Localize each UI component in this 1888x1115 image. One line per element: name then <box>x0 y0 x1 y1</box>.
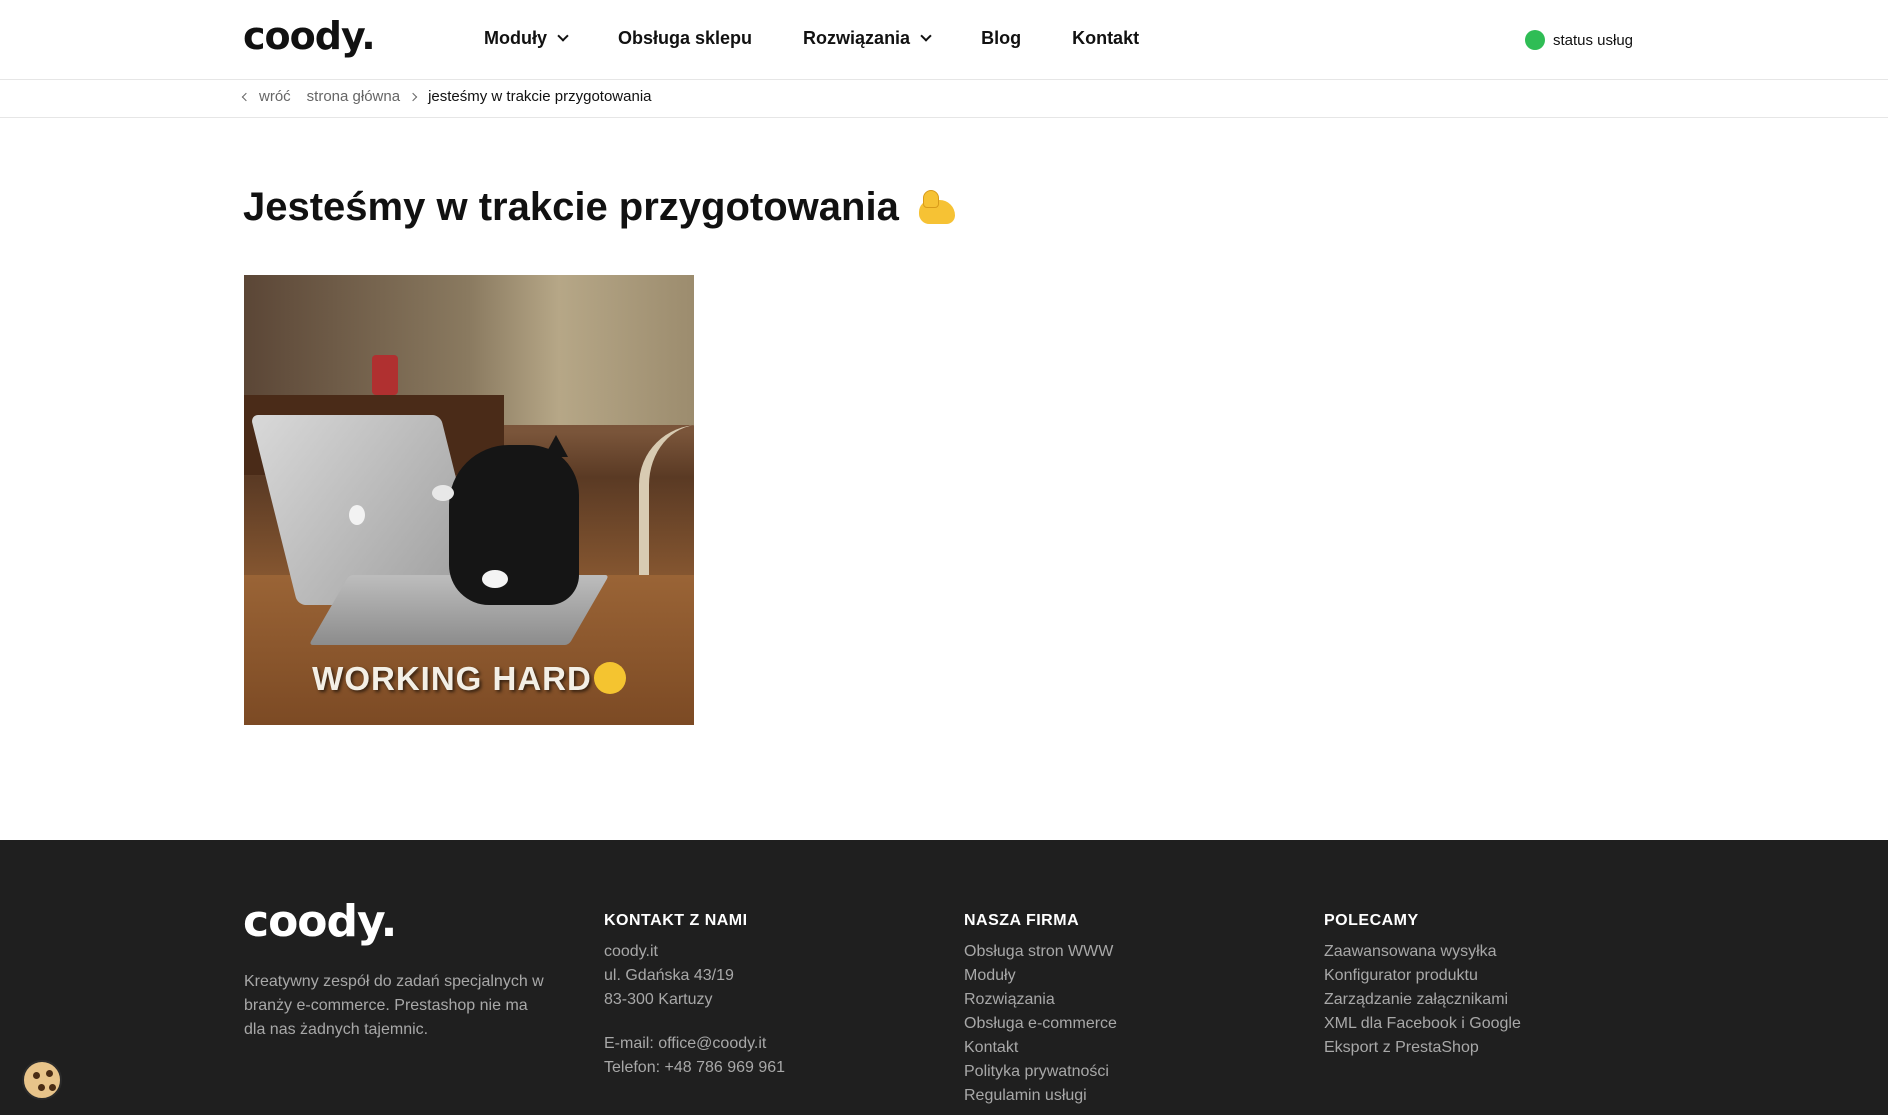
nav-label: Blog <box>981 28 1022 48</box>
footer-link[interactable]: Rozwiązania <box>964 988 1117 1012</box>
footer-heading: NASZA FIRMA <box>964 912 1080 929</box>
breadcrumb: wróć strona główna jesteśmy w trakcie pr… <box>0 80 1888 118</box>
chevron-down-icon <box>920 30 932 42</box>
footer-link[interactable]: Regulamin usługi <box>964 1084 1117 1108</box>
page-title: Jesteśmy w trakcie przygotowania <box>243 185 957 230</box>
footer-link[interactable]: Zaawansowana wysyłka <box>1324 940 1521 964</box>
back-label: wróć <box>259 88 291 105</box>
site-footer: coody. Kreatywny zespół do zadań specjal… <box>0 840 1888 1115</box>
back-link[interactable]: wróć <box>241 88 291 105</box>
footer-link[interactable]: Konfigurator produktu <box>1324 964 1521 988</box>
service-status-link[interactable]: status usług <box>1524 30 1633 50</box>
footer-link[interactable]: XML dla Facebook i Google <box>1324 1012 1521 1036</box>
chevron-down-icon <box>557 30 569 42</box>
chevron-left-icon <box>241 92 251 101</box>
footer-link[interactable]: Obsługa e-commerce <box>964 1012 1117 1036</box>
footer-logo[interactable]: coody. <box>243 896 397 947</box>
nav-label: Obsługa sklepu <box>618 28 753 48</box>
site-header: coody. Moduły Obsługa sklepu Rozwiązania… <box>0 0 1888 80</box>
page-title-text: Jesteśmy w trakcie przygotowania <box>243 185 899 229</box>
main-nav: Moduły Obsługa sklepu Rozwiązania Blog K… <box>484 28 1190 49</box>
nav-item-moduly[interactable]: Moduły <box>484 28 569 49</box>
nerd-face-icon <box>593 662 626 694</box>
footer-recommend: POLECAMY Zaawansowana wysyłka Konfigurat… <box>1324 912 1521 1060</box>
nav-label: Moduły <box>484 28 547 48</box>
gif-caption-text: WORKING HARD <box>312 660 592 697</box>
breadcrumb-home-link[interactable]: strona główna <box>307 88 400 105</box>
footer-link[interactable]: Kontakt <box>964 1036 1117 1060</box>
footer-contact: KONTAKT Z NAMI coody.it ul. Gdańska 43/1… <box>604 912 785 1080</box>
contact-site[interactable]: coody.it <box>604 940 785 964</box>
contact-phone[interactable]: Telefon: +48 786 969 961 <box>604 1056 785 1080</box>
footer-about: Kreatywny zespół do zadań specjalnych w … <box>244 973 544 1038</box>
nav-item-rozwiazania[interactable]: Rozwiązania <box>803 28 932 49</box>
contact-email[interactable]: E-mail: office@coody.it <box>604 1032 785 1056</box>
footer-company: NASZA FIRMA Obsługa stron WWW Moduły Roz… <box>964 912 1117 1108</box>
breadcrumb-current: jesteśmy w trakcie przygotowania <box>428 88 652 105</box>
cookie-icon[interactable] <box>22 1060 62 1100</box>
footer-link[interactable]: Moduły <box>964 964 1117 988</box>
footer-link[interactable]: Obsługa stron WWW <box>964 940 1117 964</box>
status-label: status usług <box>1552 31 1633 49</box>
nav-label: Rozwiązania <box>803 28 911 48</box>
working-hard-cat-gif: WORKING HARD <box>244 275 694 725</box>
flexed-biceps-icon <box>917 188 957 228</box>
footer-link[interactable]: Polityka prywatności <box>964 1060 1117 1084</box>
footer-heading: POLECAMY <box>1324 912 1419 929</box>
logo[interactable]: coody. <box>243 14 376 58</box>
footer-link[interactable]: Eksport z PrestaShop <box>1324 1036 1521 1060</box>
gif-caption: WORKING HARD <box>244 660 694 698</box>
chevron-right-icon <box>408 92 418 101</box>
contact-street: ul. Gdańska 43/19 <box>604 967 734 984</box>
status-dot-icon <box>1524 30 1545 50</box>
nav-item-blog[interactable]: Blog <box>981 28 1021 49</box>
footer-heading: KONTAKT Z NAMI <box>604 912 748 929</box>
nav-item-kontakt[interactable]: Kontakt <box>1072 28 1139 49</box>
nav-label: Kontakt <box>1072 28 1140 48</box>
contact-city: 83-300 Kartuzy <box>604 991 713 1008</box>
nav-item-obsluga-sklepu[interactable]: Obsługa sklepu <box>618 28 752 49</box>
footer-link[interactable]: Zarządzanie załącznikami <box>1324 988 1521 1012</box>
